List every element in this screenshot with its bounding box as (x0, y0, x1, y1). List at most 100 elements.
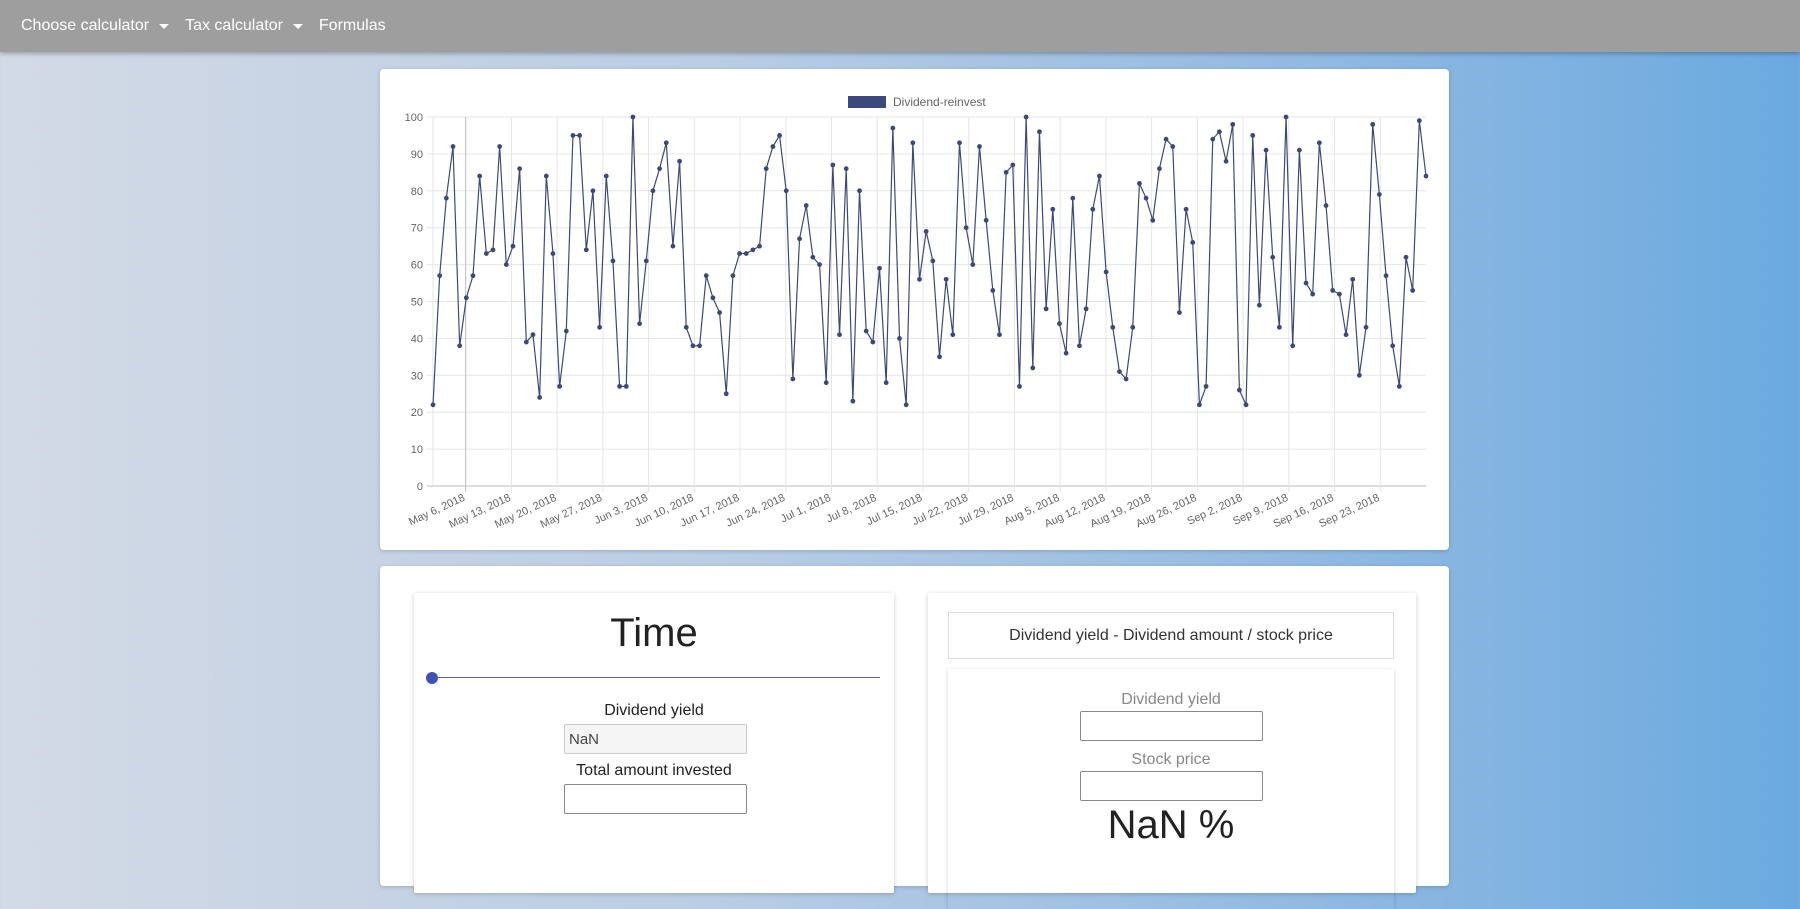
series-line (432, 116, 1427, 406)
legend-label: Dividend-reinvest (893, 95, 986, 109)
nav-tax-calculator[interactable]: Tax calculator (185, 17, 303, 35)
data-point (943, 276, 949, 282)
data-point (1023, 114, 1029, 120)
data-point (990, 288, 996, 293)
data-point (1303, 280, 1309, 286)
dividend-chart: 0102030405060708090100May 6, 2018May 13,… (405, 95, 1429, 531)
y-tick-label: 20 (411, 407, 423, 419)
dividend-yield-label: Dividend yield (1121, 691, 1221, 708)
data-point (837, 332, 842, 338)
data-point (483, 251, 489, 256)
data-point (950, 332, 956, 338)
data-point (637, 321, 642, 327)
stock-price-input[interactable] (1080, 771, 1263, 801)
data-point (1390, 343, 1396, 349)
data-point (723, 391, 729, 397)
data-point (1403, 254, 1409, 260)
data-point (543, 173, 549, 179)
total-invested-input[interactable] (564, 784, 747, 814)
data-point (1090, 206, 1096, 212)
data-point (1103, 269, 1109, 275)
data-point (623, 383, 629, 389)
data-point (1416, 118, 1422, 124)
data-point (930, 258, 936, 264)
data-point (1010, 162, 1016, 168)
y-tick-label: 40 (411, 333, 423, 345)
data-point (630, 114, 636, 120)
data-point (1037, 129, 1042, 135)
data-point (783, 188, 789, 194)
data-point (450, 144, 456, 149)
data-point (583, 247, 589, 253)
yield-calculator: Dividend yield Stock price NaN % (948, 669, 1394, 909)
nav-formulas[interactable]: Formulas (319, 17, 386, 35)
y-tick-label: 50 (411, 297, 423, 309)
time-panel: Time Dividend yield Total amount investe… (414, 593, 894, 893)
y-tick-label: 70 (411, 223, 423, 235)
data-point (1243, 402, 1249, 408)
data-point (1057, 321, 1062, 327)
data-point (1137, 181, 1142, 186)
data-point (610, 258, 616, 264)
time-slider-thumb[interactable] (426, 672, 438, 684)
data-point (823, 380, 829, 386)
data-point (870, 339, 876, 345)
data-point (1003, 169, 1009, 175)
data-point (510, 243, 516, 249)
data-point (1283, 114, 1289, 120)
data-point (750, 247, 756, 253)
y-tick-label: 90 (411, 149, 423, 161)
data-point (977, 144, 982, 149)
time-slider-track[interactable] (430, 677, 880, 678)
nav-label: Tax calculator (185, 17, 283, 34)
data-point (1290, 343, 1296, 349)
data-point (1256, 302, 1262, 308)
data-point (1143, 195, 1149, 201)
y-tick-label: 80 (411, 186, 423, 198)
nav-choose-calculator[interactable]: Choose calculator (21, 17, 170, 35)
data-point (603, 173, 609, 179)
data-point (857, 188, 862, 194)
x-tick-label: Jul 1, 2018 (779, 492, 833, 526)
data-point (757, 243, 762, 249)
data-point (877, 265, 882, 271)
data-point (1210, 136, 1216, 142)
yield-result: NaN % (1107, 803, 1235, 847)
data-point (1223, 158, 1229, 164)
dividend-yield-label: Dividend yield (604, 702, 704, 719)
formula-text: Dividend yield - Dividend amount / stock… (1009, 626, 1333, 644)
data-point (1250, 133, 1256, 138)
nav-label: Choose calculator (21, 17, 150, 34)
data-point (1323, 203, 1329, 208)
data-point (670, 243, 676, 249)
data-point (730, 273, 736, 279)
data-point (1423, 173, 1429, 179)
data-point (557, 383, 563, 389)
data-point (643, 258, 649, 264)
data-point (1177, 310, 1182, 315)
data-point (563, 328, 569, 334)
data-point (1296, 147, 1302, 153)
data-point (1150, 217, 1156, 223)
data-point (1097, 173, 1102, 179)
data-point (890, 125, 896, 131)
data-point (1083, 306, 1089, 312)
data-point (1363, 324, 1369, 330)
data-point (503, 262, 509, 267)
dividend-yield-output (564, 724, 747, 754)
data-point (537, 395, 543, 400)
data-point (570, 133, 576, 138)
data-point (577, 133, 583, 138)
data-point (897, 336, 902, 341)
data-point (590, 188, 596, 194)
data-point (743, 251, 749, 256)
data-point (850, 398, 856, 404)
data-point (810, 254, 816, 260)
data-point (430, 402, 436, 408)
data-point (737, 251, 742, 256)
data-point (937, 354, 942, 360)
data-point (883, 380, 889, 386)
dividend-yield-input[interactable] (1080, 711, 1263, 741)
data-point (717, 310, 722, 315)
total-invested-label: Total amount invested (576, 762, 732, 779)
